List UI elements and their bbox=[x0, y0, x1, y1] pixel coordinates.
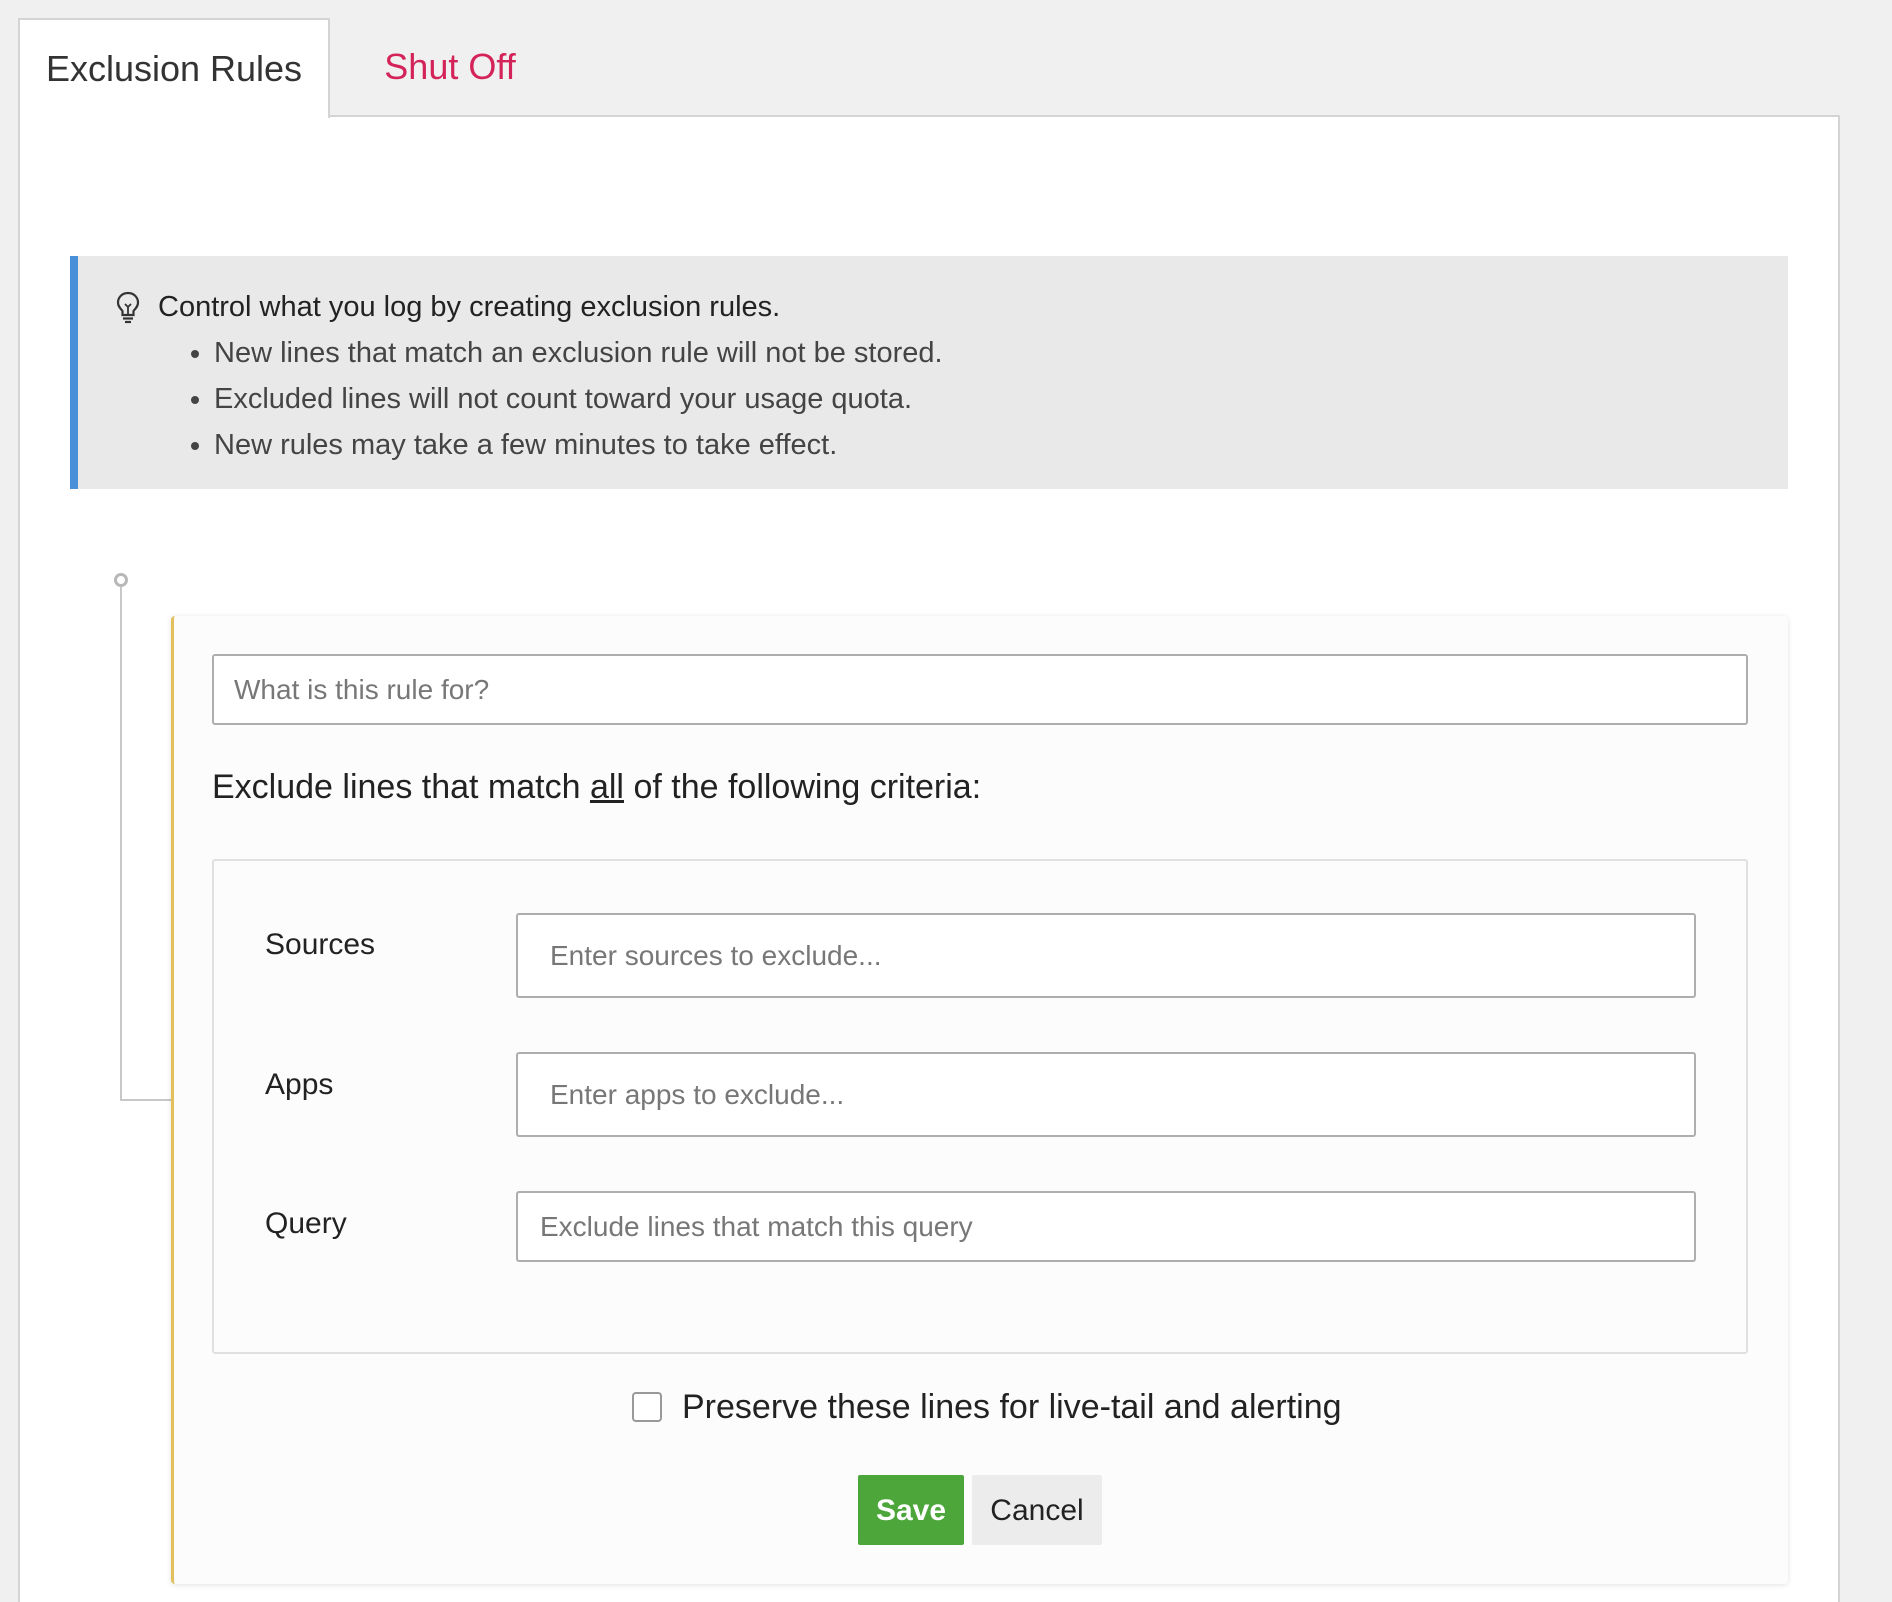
info-heading: Control what you log by creating exclusi… bbox=[158, 290, 781, 323]
preserve-row: Preserve these lines for live-tail and a… bbox=[632, 1386, 1342, 1428]
preserve-checkbox[interactable] bbox=[632, 1392, 662, 1422]
tab-bar: Exclusion Rules Shut Off bbox=[18, 18, 1838, 118]
apps-label: Apps bbox=[265, 1068, 334, 1101]
timeline-connector bbox=[120, 587, 122, 1101]
rule-name-input[interactable] bbox=[212, 654, 1748, 725]
query-label: Query bbox=[265, 1207, 347, 1240]
cancel-button[interactable]: Cancel bbox=[972, 1475, 1102, 1545]
info-bullet-list: New lines that match an exclusion rule w… bbox=[114, 330, 1788, 468]
info-bullet: New rules may take a few minutes to take… bbox=[214, 422, 1788, 468]
info-bullet: New lines that match an exclusion rule w… bbox=[214, 330, 1788, 376]
info-heading-row: Control what you log by creating exclusi… bbox=[114, 284, 1788, 330]
apps-input[interactable] bbox=[516, 1052, 1696, 1137]
timeline-node-icon bbox=[114, 573, 128, 587]
sources-input[interactable] bbox=[516, 913, 1696, 998]
timeline-connector-branch bbox=[120, 1099, 174, 1101]
query-input[interactable] bbox=[516, 1191, 1696, 1262]
lightbulb-icon bbox=[116, 291, 140, 324]
save-button[interactable]: Save bbox=[858, 1475, 964, 1545]
info-bullet: Excluded lines will not count toward you… bbox=[214, 376, 1788, 422]
tab-shut-off[interactable]: Shut Off bbox=[330, 18, 570, 116]
info-callout: Control what you log by creating exclusi… bbox=[70, 256, 1788, 489]
criteria-heading: Exclude lines that match all of the foll… bbox=[212, 768, 982, 806]
tab-exclusion-rules[interactable]: Exclusion Rules bbox=[18, 18, 330, 118]
criteria-heading-emphasis: all bbox=[589, 768, 624, 806]
sources-label: Sources bbox=[265, 928, 376, 961]
preserve-label[interactable]: Preserve these lines for live-tail and a… bbox=[682, 1388, 1342, 1427]
